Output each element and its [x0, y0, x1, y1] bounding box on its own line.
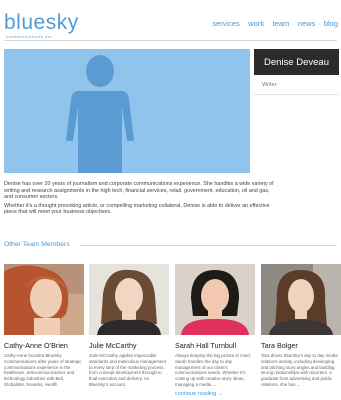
member-photo[interactable] [261, 264, 341, 335]
profile-name: Denise Deveau [254, 49, 339, 75]
member-description: Julie McCarthy applies impeccable standa… [89, 353, 166, 387]
team-member-card[interactable]: Tara Bolger Tara drives BlueSky’s day to… [261, 264, 341, 393]
header-divider [4, 40, 337, 41]
profile-photo-placeholder [4, 49, 250, 173]
member-name[interactable]: Julie McCarthy [89, 341, 169, 350]
bio-paragraph: Whether it’s a thought provoking article… [4, 202, 270, 216]
nav-item-work[interactable]: work [248, 19, 264, 28]
nav-item-team[interactable]: team [273, 19, 290, 28]
member-photo[interactable] [89, 264, 169, 335]
logo-wordmark: bluesky [4, 11, 79, 34]
section-divider [80, 245, 337, 246]
member-name[interactable]: Cathy-Anne O’Brien [4, 341, 84, 350]
profile-bio: Denise has over 20 years of journalism a… [4, 181, 274, 218]
role-divider [254, 94, 339, 95]
nav-item-blog[interactable]: blog [324, 19, 338, 28]
member-photo[interactable] [175, 264, 255, 335]
continue-reading-link[interactable]: continue reading → [175, 391, 255, 397]
team-member-card[interactable]: Julie McCarthy Julie McCarthy applies im… [89, 264, 169, 393]
nav-item-news[interactable]: news [298, 19, 316, 28]
section-title: Other Team Members [4, 241, 70, 248]
profile-role: Writer [262, 82, 277, 88]
nav-separator: · [292, 19, 295, 28]
nav-separator: · [267, 19, 270, 28]
team-member-card[interactable]: Sarah Hall Turnbull Always keeping the b… [175, 264, 255, 397]
member-description: Tara drives BlueSky’s day to day media r… [261, 353, 338, 387]
member-name[interactable]: Sarah Hall Turnbull [175, 341, 255, 350]
person-silhouette-icon [66, 55, 134, 173]
bio-paragraph: Denise has over 20 years of journalism a… [4, 181, 274, 200]
team-member-card[interactable]: Cathy-Anne O’Brien Cathy-Anne founded Bl… [4, 264, 84, 393]
logo-tagline: communications inc [6, 34, 52, 39]
nav-separator: · [318, 19, 321, 28]
main-nav: services · work · team · news · blog [212, 19, 338, 28]
member-photo[interactable] [4, 264, 84, 335]
nav-item-services[interactable]: services [212, 19, 240, 28]
bluesky-logo[interactable]: bluesky communications inc [4, 12, 79, 39]
member-name[interactable]: Tara Bolger [261, 341, 341, 350]
member-description: Cathy-Anne founded BlueSky Communication… [4, 353, 82, 387]
nav-separator: · [242, 19, 246, 28]
member-description: Always keeping the big picture in mind, … [175, 353, 251, 387]
